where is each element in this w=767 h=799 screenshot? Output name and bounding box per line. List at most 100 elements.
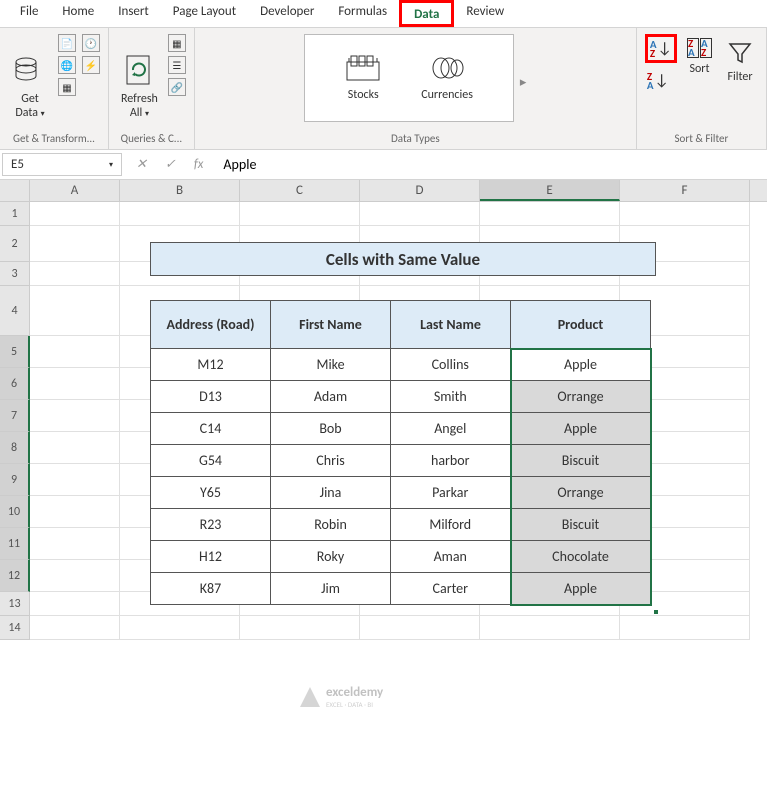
th-product[interactable]: Product	[511, 301, 651, 349]
tab-data[interactable]: Data	[399, 0, 454, 27]
fill-handle[interactable]	[653, 609, 659, 615]
table-cell[interactable]: Mike	[271, 349, 391, 381]
table-cell[interactable]: Parkar	[391, 477, 511, 509]
cell[interactable]	[360, 202, 480, 226]
table-cell[interactable]: Apple	[511, 349, 651, 381]
col-header-c[interactable]: C	[240, 180, 360, 201]
table-cell[interactable]: Chris	[271, 445, 391, 477]
row-header-2[interactable]: 2	[0, 226, 30, 262]
cell[interactable]	[30, 528, 120, 560]
row-header-8[interactable]: 8	[0, 432, 30, 464]
table-cell[interactable]: R23	[151, 509, 271, 541]
th-first-name[interactable]: First Name	[271, 301, 391, 349]
recent-icon[interactable]: 🕐	[82, 34, 100, 52]
table-cell[interactable]: Orrange	[511, 381, 651, 413]
cell[interactable]	[30, 286, 120, 336]
enter-icon[interactable]: ✓	[165, 157, 176, 172]
table-cell[interactable]: C14	[151, 413, 271, 445]
row-header-7[interactable]: 7	[0, 400, 30, 432]
table-cell[interactable]: D13	[151, 381, 271, 413]
cell[interactable]	[480, 202, 620, 226]
tab-file[interactable]: File	[8, 0, 50, 27]
row-header-13[interactable]: 13	[0, 592, 30, 616]
cell[interactable]	[240, 202, 360, 226]
cell[interactable]	[120, 202, 240, 226]
from-text-icon[interactable]: 📄	[58, 34, 76, 52]
row-header-11[interactable]: 11	[0, 528, 30, 560]
table-cell[interactable]: Orrange	[511, 477, 651, 509]
stocks-button[interactable]: Stocks	[345, 54, 381, 102]
cell[interactable]	[30, 400, 120, 432]
tab-review[interactable]: Review	[454, 0, 516, 27]
sort-desc-button[interactable]: ZA ↓	[645, 69, 677, 92]
cell[interactable]	[30, 226, 120, 262]
cell[interactable]	[120, 616, 240, 640]
table-cell[interactable]: Aman	[391, 541, 511, 573]
currencies-button[interactable]: Currencies	[421, 54, 473, 102]
cell[interactable]	[360, 616, 480, 640]
row-header-14[interactable]: 14	[0, 616, 30, 640]
table-cell[interactable]: G54	[151, 445, 271, 477]
queries-icon-1[interactable]: ▦	[168, 34, 186, 52]
cancel-icon[interactable]: ✕	[136, 157, 147, 172]
table-cell[interactable]: Apple	[511, 413, 651, 445]
table-cell[interactable]: Bob	[271, 413, 391, 445]
table-cell[interactable]: M12	[151, 349, 271, 381]
tab-page-layout[interactable]: Page Layout	[161, 0, 248, 27]
sort-asc-button[interactable]: AZ ↓	[645, 34, 677, 63]
table-cell[interactable]: Y65	[151, 477, 271, 509]
cell[interactable]	[30, 432, 120, 464]
row-header-12[interactable]: 12	[0, 560, 30, 592]
table-cell[interactable]: Carter	[391, 573, 511, 605]
row-header-9[interactable]: 9	[0, 464, 30, 496]
tab-developer[interactable]: Developer	[248, 0, 326, 27]
table-cell[interactable]: Adam	[271, 381, 391, 413]
row-header-5[interactable]: 5	[0, 336, 30, 368]
table-cell[interactable]: Chocolate	[511, 541, 651, 573]
cell[interactable]	[30, 560, 120, 592]
name-box-dropdown-icon[interactable]: ▾	[109, 160, 113, 170]
get-data-button[interactable]: Get Data ▾	[8, 34, 52, 124]
edit-links-icon[interactable]: 🔗	[168, 78, 186, 96]
connections-icon[interactable]: ⚡	[82, 56, 100, 74]
table-cell[interactable]: Apple	[511, 573, 651, 605]
row-header-3[interactable]: 3	[0, 262, 30, 286]
refresh-all-button[interactable]: Refresh All ▾	[117, 34, 162, 124]
th-last-name[interactable]: Last Name	[391, 301, 511, 349]
table-cell[interactable]: Biscuit	[511, 509, 651, 541]
col-header-e[interactable]: E	[480, 180, 620, 201]
table-cell[interactable]: Jim	[271, 573, 391, 605]
formula-input[interactable]	[215, 153, 767, 176]
name-box[interactable]: E5 ▾	[2, 153, 122, 176]
cell[interactable]	[480, 616, 620, 640]
table-cell[interactable]: H12	[151, 541, 271, 573]
table-cell[interactable]: Robin	[271, 509, 391, 541]
fx-icon[interactable]: fx	[194, 157, 204, 172]
cell[interactable]	[30, 592, 120, 616]
table-cell[interactable]: Smith	[391, 381, 511, 413]
from-web-icon[interactable]: 🌐	[58, 56, 76, 74]
select-all-corner[interactable]	[0, 180, 30, 201]
col-header-b[interactable]: B	[120, 180, 240, 201]
cell[interactable]	[30, 368, 120, 400]
row-header-1[interactable]: 1	[0, 202, 30, 226]
row-header-10[interactable]: 10	[0, 496, 30, 528]
cell[interactable]	[30, 496, 120, 528]
table-cell[interactable]: Biscuit	[511, 445, 651, 477]
cell[interactable]	[30, 336, 120, 368]
row-header-4[interactable]: 4	[0, 286, 30, 336]
table-cell[interactable]: Milford	[391, 509, 511, 541]
row-header-6[interactable]: 6	[0, 368, 30, 400]
from-table-icon[interactable]: ▦	[58, 78, 76, 96]
table-cell[interactable]: Angel	[391, 413, 511, 445]
table-cell[interactable]: Jina	[271, 477, 391, 509]
cell[interactable]	[30, 616, 120, 640]
col-header-f[interactable]: F	[620, 180, 750, 201]
col-header-d[interactable]: D	[360, 180, 480, 201]
filter-button[interactable]: Filter	[722, 34, 758, 88]
th-address[interactable]: Address (Road)	[151, 301, 271, 349]
cell[interactable]	[30, 262, 120, 286]
sort-button[interactable]: ZAAZ Sort	[683, 34, 716, 80]
table-cell[interactable]: K87	[151, 573, 271, 605]
table-cell[interactable]: Roky	[271, 541, 391, 573]
